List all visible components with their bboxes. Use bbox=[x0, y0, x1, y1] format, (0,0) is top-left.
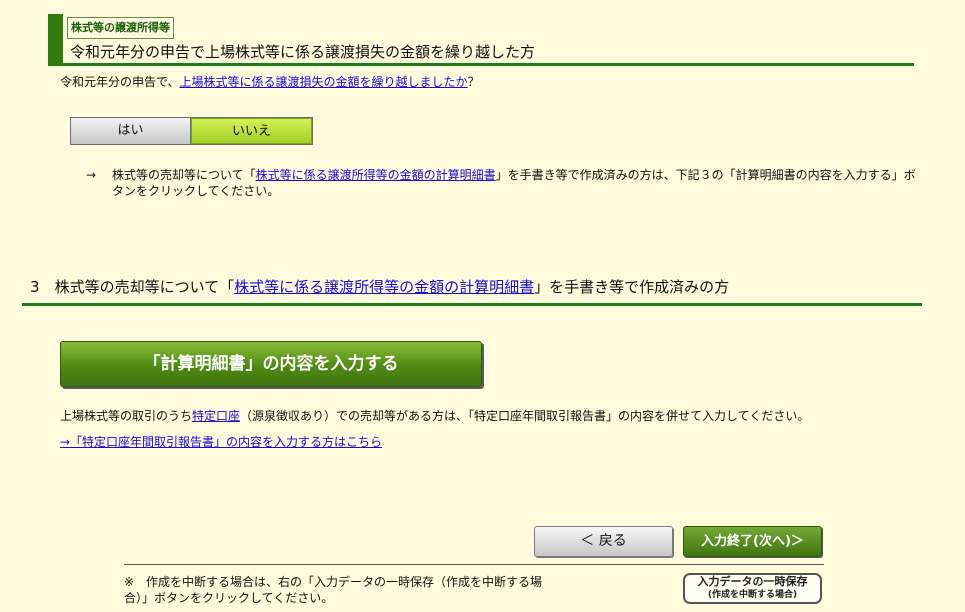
section3-underline bbox=[22, 303, 922, 306]
question-help-link[interactable]: 上場株式等に係る譲渡損失の金額を繰り越しましたか bbox=[180, 75, 468, 89]
yes-button[interactable]: はい bbox=[71, 118, 191, 144]
section-underline bbox=[63, 63, 914, 66]
save-note: ※ 作成を中断する場合は、右の「入力データの一時保存（作成を中断する場合）」ボタ… bbox=[124, 575, 543, 605]
section3-title: 3 株式等の売却等について「株式等に係る譲渡所得等の金額の計算明細書」を手書き等… bbox=[30, 278, 730, 296]
section-accent-bar bbox=[48, 14, 63, 66]
next-button[interactable]: 入力終了(次へ)＞ bbox=[683, 526, 822, 557]
tokutei-note: 上場株式等の取引のうち特定口座（源泉徴収あり）での売却等がある方は、「特定口座年… bbox=[60, 409, 810, 423]
arrow-note-text: 株式等の売却等について「株式等に係る譲渡所得等の金額の計算明細書」を手書き等で作… bbox=[112, 168, 916, 198]
section3-number: 3 bbox=[30, 278, 40, 296]
calc-statement-link[interactable]: 株式等に係る譲渡所得等の金額の計算明細書 bbox=[256, 168, 496, 182]
section-category-tag: 株式等の譲渡所得等 bbox=[67, 17, 174, 39]
no-button-selected[interactable]: いいえ bbox=[191, 118, 312, 144]
tokutei-report-link[interactable]: →「特定口座年間取引報告書」の内容を入力する方はこちら bbox=[60, 433, 382, 450]
arrow-mark: → bbox=[86, 168, 97, 182]
question-suffix: ？ bbox=[467, 75, 480, 89]
carryover-question: 令和元年分の申告で、上場株式等に係る譲渡損失の金額を繰り越しましたか？ bbox=[60, 73, 480, 90]
question-prefix: 令和元年分の申告で、 bbox=[60, 75, 180, 89]
bottom-divider bbox=[124, 564, 824, 565]
section-header-handwritten: 3 株式等の売却等について「株式等に係る譲渡所得等の金額の計算明細書」を手書き等… bbox=[22, 276, 922, 306]
section-header-loss-carryover: 株式等の譲渡所得等 令和元年分の申告で上場株式等に係る譲渡損失の金額を繰り越した… bbox=[48, 14, 914, 66]
tokutei-account-link[interactable]: 特定口座 bbox=[192, 409, 240, 423]
back-button[interactable]: ＜ 戻る bbox=[534, 526, 673, 557]
yes-no-toggle: はい いいえ bbox=[70, 117, 313, 145]
temp-save-sublabel: (作成を中断する場合) bbox=[707, 590, 798, 600]
temp-save-label: 入力データの一時保存 bbox=[697, 575, 808, 588]
temp-save-button[interactable]: 入力データの一時保存 (作成を中断する場合) bbox=[683, 573, 822, 604]
enter-calc-statement-button[interactable]: 「計算明細書」の内容を入力する bbox=[60, 341, 482, 387]
section3-calc-statement-link[interactable]: 株式等に係る譲渡所得等の金額の計算明細書 bbox=[234, 278, 534, 296]
section-title: 令和元年分の申告で上場株式等に係る譲渡損失の金額を繰り越した方 bbox=[70, 43, 536, 61]
